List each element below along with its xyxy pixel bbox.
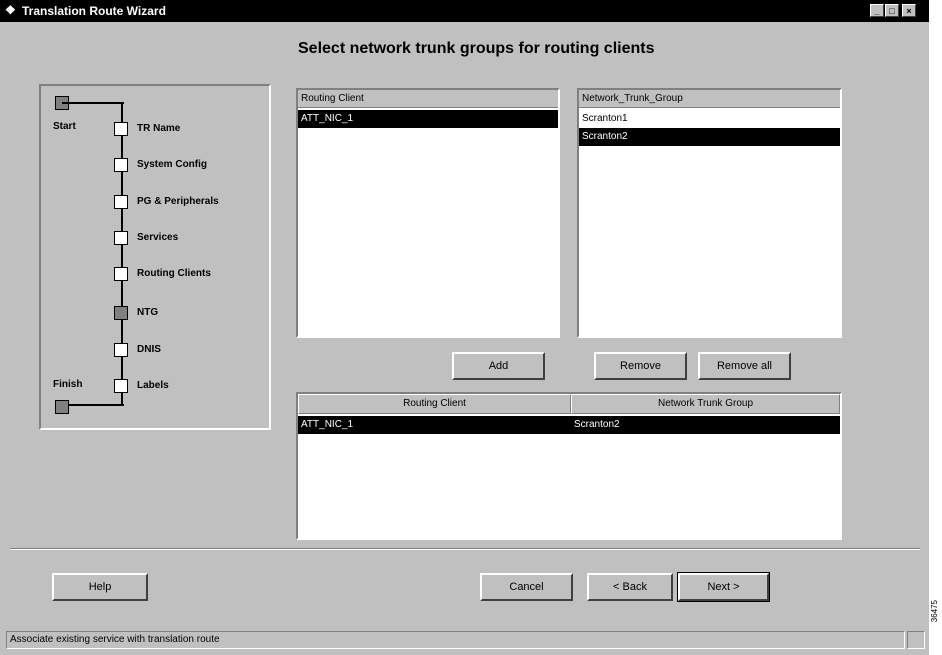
- table-cell-trunk-group: Scranton2: [574, 419, 620, 430]
- cancel-button[interactable]: Cancel: [480, 573, 573, 601]
- column-header-network-trunk-group[interactable]: Network Trunk Group: [571, 394, 840, 414]
- list-item[interactable]: Scranton2: [579, 128, 840, 146]
- trunk-group-list[interactable]: Network_Trunk_Group Scranton1 Scranton2: [577, 88, 842, 338]
- trunk-group-list-header: Network_Trunk_Group: [579, 90, 840, 108]
- step-box-system-config: [114, 158, 128, 172]
- step-box-labels: [114, 379, 128, 393]
- minimize-button[interactable]: _: [870, 4, 884, 17]
- next-button[interactable]: Next >: [677, 572, 770, 602]
- wizard-window: ❖ Translation Route Wizard _ □ × Select …: [0, 0, 929, 655]
- column-header-routing-client[interactable]: Routing Client: [298, 394, 571, 414]
- help-button[interactable]: Help: [52, 573, 148, 601]
- page-title: Select network trunk groups for routing …: [298, 40, 655, 57]
- step-box-routing-clients: [114, 267, 128, 281]
- connector-line: [121, 102, 123, 405]
- step-label-ntg: NTG: [137, 307, 159, 318]
- status-bar-pane: [907, 631, 925, 649]
- divider: [10, 548, 920, 550]
- list-item[interactable]: ATT_NIC_1: [298, 110, 558, 128]
- title-bar: ❖ Translation Route Wizard _ □ ×: [0, 0, 929, 22]
- step-box-pg-peripherals: [114, 195, 128, 209]
- step-label-labels: Labels: [137, 380, 169, 391]
- step-label-tr-name: TR Name: [137, 123, 181, 134]
- add-button[interactable]: Add: [452, 352, 545, 380]
- finish-label: Finish: [53, 379, 83, 390]
- step-label-system-config: System Config: [137, 159, 208, 170]
- start-label: Start: [53, 121, 76, 132]
- finish-marker: [55, 400, 69, 414]
- routing-client-list[interactable]: Routing Client ATT_NIC_1: [296, 88, 560, 338]
- window-title: Translation Route Wizard: [22, 4, 166, 18]
- maximize-button[interactable]: □: [885, 4, 899, 17]
- app-icon: ❖: [5, 3, 16, 17]
- close-button[interactable]: ×: [902, 4, 916, 17]
- remove-all-button[interactable]: Remove all: [698, 352, 791, 380]
- routing-client-list-header: Routing Client: [298, 90, 558, 108]
- step-box-services: [114, 231, 128, 245]
- step-label-dnis: DNIS: [137, 344, 161, 355]
- step-label-services: Services: [137, 232, 179, 243]
- connector-line: [62, 404, 124, 406]
- figure-code: 36475: [930, 600, 939, 623]
- mapping-table-header: Routing Client Network Trunk Group: [298, 394, 840, 414]
- step-box-dnis: [114, 343, 128, 357]
- step-box-tr-name: [114, 122, 128, 136]
- mapping-table[interactable]: Routing Client Network Trunk Group ATT_N…: [296, 392, 842, 540]
- step-label-routing-clients: Routing Clients: [137, 268, 211, 279]
- back-button[interactable]: < Back: [587, 573, 673, 601]
- table-cell-routing-client: ATT_NIC_1: [301, 419, 354, 430]
- connector-line: [62, 102, 124, 104]
- table-row[interactable]: ATT_NIC_1 Scranton2: [298, 416, 840, 434]
- status-bar: Associate existing service with translat…: [6, 631, 905, 649]
- remove-button[interactable]: Remove: [594, 352, 687, 380]
- step-box-ntg: [114, 306, 128, 320]
- list-item[interactable]: Scranton1: [579, 110, 840, 128]
- step-label-pg-peripherals: PG & Peripherals: [137, 196, 219, 207]
